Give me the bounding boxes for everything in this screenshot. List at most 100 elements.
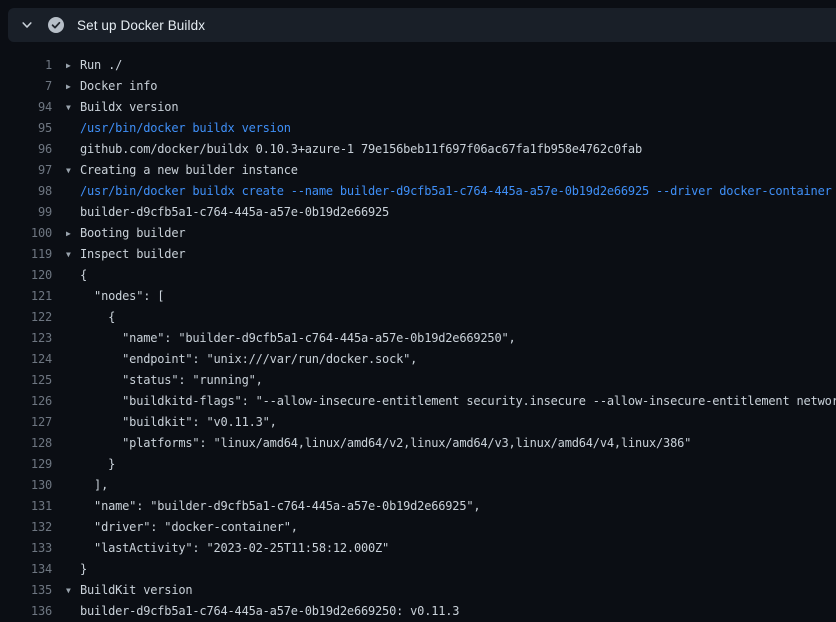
log-group-header[interactable]: ▼BuildKit version — [66, 580, 192, 601]
line-number[interactable]: 97 — [0, 160, 52, 181]
log-group-title: Docker info — [80, 79, 157, 93]
log-line: 98/usr/bin/docker buildx create --name b… — [0, 181, 836, 202]
line-number[interactable]: 134 — [0, 559, 52, 580]
log-line: 131 "name": "builder-d9cfb5a1-c764-445a-… — [0, 496, 836, 517]
chevron-down-icon[interactable] — [21, 19, 33, 31]
log-output-text: { — [66, 265, 87, 286]
line-number[interactable]: 120 — [0, 265, 52, 286]
log-group-title: BuildKit version — [80, 583, 192, 597]
log-output-text: "buildkit": "v0.11.3", — [66, 412, 277, 433]
log-line: 128 "platforms": "linux/amd64,linux/amd6… — [0, 433, 836, 454]
line-number[interactable]: 126 — [0, 391, 52, 412]
line-number[interactable]: 119 — [0, 244, 52, 265]
triangle-down-icon: ▼ — [66, 97, 80, 118]
line-number[interactable]: 127 — [0, 412, 52, 433]
line-number[interactable]: 96 — [0, 139, 52, 160]
log-line: 129 } — [0, 454, 836, 475]
log-line: 122 { — [0, 307, 836, 328]
log-output-text: } — [66, 454, 115, 475]
log-output-text: "nodes": [ — [66, 286, 164, 307]
line-number[interactable]: 124 — [0, 349, 52, 370]
line-number[interactable]: 133 — [0, 538, 52, 559]
line-number[interactable]: 135 — [0, 580, 52, 601]
log-line: 120 { — [0, 265, 836, 286]
log-output-text: "name": "builder-d9cfb5a1-c764-445a-a57e… — [66, 328, 516, 349]
log-line: 124 "endpoint": "unix:///var/run/docker.… — [0, 349, 836, 370]
log-output-text: builder-d9cfb5a1-c764-445a-a57e-0b19d2e6… — [66, 601, 459, 622]
log-line: 132 "driver": "docker-container", — [0, 517, 836, 538]
triangle-right-icon: ▶ — [66, 223, 80, 244]
log-output-text: builder-d9cfb5a1-c764-445a-a57e-0b19d2e6… — [66, 202, 389, 223]
log-group-header[interactable]: ▶Run ./ — [66, 55, 122, 76]
log-group-title: Creating a new builder instance — [80, 163, 298, 177]
log-line: 95/usr/bin/docker buildx version — [0, 118, 836, 139]
log-output-text: "lastActivity": "2023-02-25T11:58:12.000… — [66, 538, 389, 559]
log-line: 134} — [0, 559, 836, 580]
step-header[interactable]: Set up Docker Buildx — [8, 8, 836, 42]
log-output-text: "endpoint": "unix:///var/run/docker.sock… — [66, 349, 417, 370]
log-line: 135 ▼BuildKit version — [0, 580, 836, 601]
log-line: 130 ], — [0, 475, 836, 496]
line-number[interactable]: 99 — [0, 202, 52, 223]
line-number[interactable]: 122 — [0, 307, 52, 328]
line-number[interactable]: 1 — [0, 55, 52, 76]
log-group-title: Inspect builder — [80, 247, 185, 261]
line-number[interactable]: 100 — [0, 223, 52, 244]
log-line: 99 builder-d9cfb5a1-c764-445a-a57e-0b19d2… — [0, 202, 836, 223]
log-output-text: "name": "builder-d9cfb5a1-c764-445a-a57e… — [66, 496, 480, 517]
line-number[interactable]: 128 — [0, 433, 52, 454]
log-group-title: Booting builder — [80, 226, 185, 240]
triangle-down-icon: ▼ — [66, 580, 80, 601]
line-number[interactable]: 129 — [0, 454, 52, 475]
log-line: 7 ▶Docker info — [0, 76, 836, 97]
workflow-log-panel: Set up Docker Buildx 1▶Run ./7▶Docker in… — [0, 8, 836, 622]
triangle-right-icon: ▶ — [66, 55, 80, 76]
log-output-text: } — [66, 559, 87, 580]
triangle-down-icon: ▼ — [66, 244, 80, 265]
log-line: 121 "nodes": [ — [0, 286, 836, 307]
line-number[interactable]: 136 — [0, 601, 52, 622]
log-command-text: /usr/bin/docker buildx version — [66, 118, 291, 139]
log-line: 94 ▼Buildx version — [0, 97, 836, 118]
line-number[interactable]: 132 — [0, 517, 52, 538]
log-command-text: /usr/bin/docker buildx create --name bui… — [66, 181, 832, 202]
log-output-text: "buildkitd-flags": "--allow-insecure-ent… — [66, 391, 836, 412]
log-group-title: Run ./ — [80, 58, 122, 72]
status-success-icon — [48, 17, 64, 33]
log-output-text: "status": "running", — [66, 370, 263, 391]
log-group-header[interactable]: ▼Inspect builder — [66, 244, 185, 265]
line-number[interactable]: 95 — [0, 118, 52, 139]
log-line: 123 "name": "builder-d9cfb5a1-c764-445a-… — [0, 328, 836, 349]
log-lines: 1▶Run ./7▶Docker info94▼Buildx version95… — [0, 42, 836, 622]
log-output-text: ], — [66, 475, 108, 496]
line-number[interactable]: 130 — [0, 475, 52, 496]
log-line: 126 "buildkitd-flags": "--allow-insecure… — [0, 391, 836, 412]
log-line: 125 "status": "running", — [0, 370, 836, 391]
log-line: 1 ▶Run ./ — [0, 55, 836, 76]
line-number[interactable]: 125 — [0, 370, 52, 391]
log-output-text: github.com/docker/buildx 0.10.3+azure-1 … — [66, 139, 642, 160]
line-number[interactable]: 123 — [0, 328, 52, 349]
line-number[interactable]: 121 — [0, 286, 52, 307]
log-output-text: "driver": "docker-container", — [66, 517, 298, 538]
log-line: 133 "lastActivity": "2023-02-25T11:58:12… — [0, 538, 836, 559]
log-line: 97 ▼Creating a new builder instance — [0, 160, 836, 181]
line-number[interactable]: 94 — [0, 97, 52, 118]
log-group-header[interactable]: ▶Docker info — [66, 76, 157, 97]
line-number[interactable]: 7 — [0, 76, 52, 97]
line-number[interactable]: 98 — [0, 181, 52, 202]
log-group-header[interactable]: ▶Booting builder — [66, 223, 185, 244]
triangle-right-icon: ▶ — [66, 76, 80, 97]
log-line: 127 "buildkit": "v0.11.3", — [0, 412, 836, 433]
log-group-header[interactable]: ▼Buildx version — [66, 97, 178, 118]
log-group-title: Buildx version — [80, 100, 178, 114]
log-output-text: { — [66, 307, 115, 328]
triangle-down-icon: ▼ — [66, 160, 80, 181]
step-title: Set up Docker Buildx — [77, 18, 205, 33]
log-line: 96 github.com/docker/buildx 0.10.3+azure-… — [0, 139, 836, 160]
log-group-header[interactable]: ▼Creating a new builder instance — [66, 160, 298, 181]
line-number[interactable]: 131 — [0, 496, 52, 517]
log-line: 100 ▶Booting builder — [0, 223, 836, 244]
log-line: 136 builder-d9cfb5a1-c764-445a-a57e-0b19d… — [0, 601, 836, 622]
log-line: 119 ▼Inspect builder — [0, 244, 836, 265]
